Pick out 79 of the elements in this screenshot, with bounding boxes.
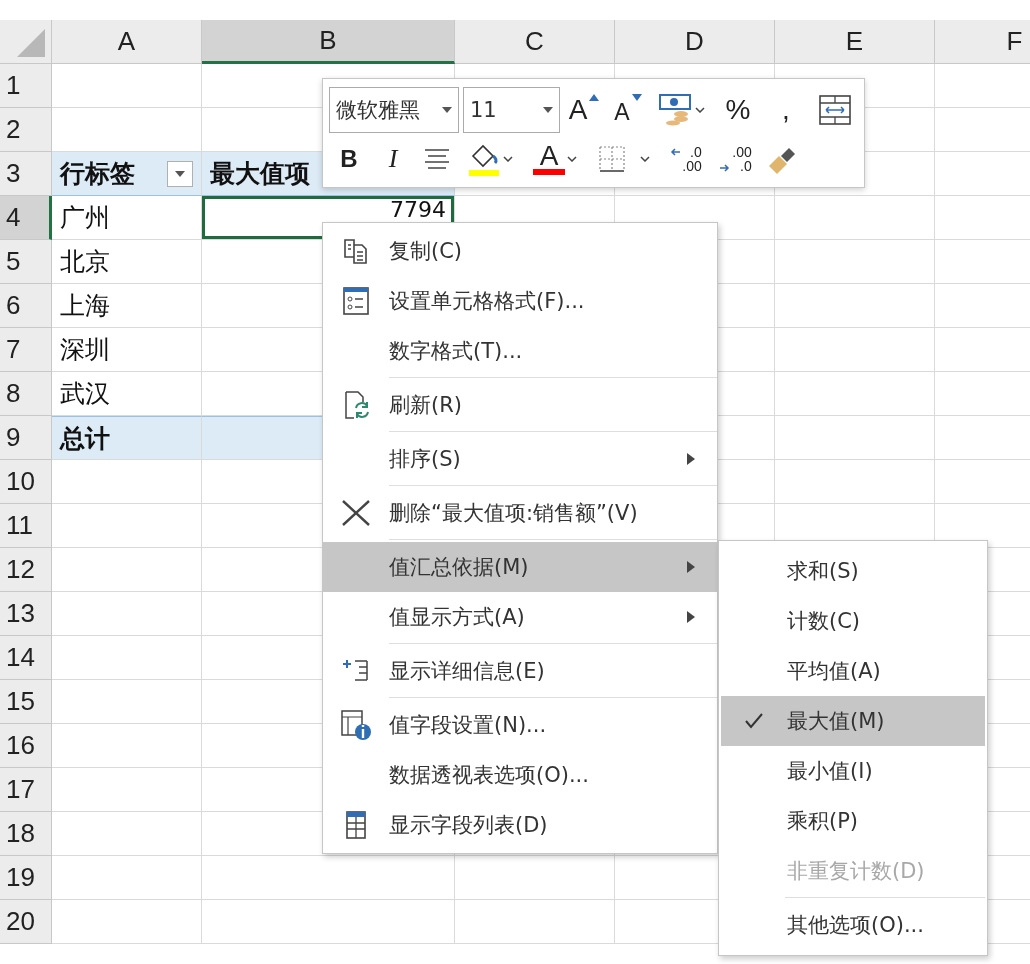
menu-item[interactable]: 值显示方式(A) (323, 592, 717, 642)
menu-item[interactable]: 求和(S) (721, 546, 985, 596)
merge-cells-icon (819, 95, 851, 125)
show-details-icon (341, 658, 371, 684)
menu-item[interactable]: 刷新(R) (323, 380, 717, 430)
font-color-button[interactable]: A (525, 137, 585, 181)
copy-icon (342, 237, 370, 265)
up-triangle-icon (589, 94, 600, 101)
right-arrow-icon (720, 163, 731, 173)
menu-item[interactable]: 最小值(I) (721, 746, 985, 796)
money-icon (659, 94, 693, 126)
caret-icon (175, 170, 185, 177)
row-header[interactable]: 3 (0, 152, 52, 196)
filter-dropdown-button[interactable] (167, 160, 193, 187)
menu-item[interactable]: 其他选项(O)... (721, 900, 985, 950)
grow-font-button[interactable]: A (564, 88, 604, 132)
refresh-icon (342, 390, 370, 420)
borders-icon (598, 145, 626, 173)
chevron-icon (695, 107, 705, 113)
table-cell: 总计 (52, 416, 202, 460)
row-header[interactable]: 19 (0, 856, 52, 900)
row-header[interactable]: 2 (0, 108, 52, 152)
menu-item[interactable]: 显示字段列表(D) (323, 800, 717, 850)
chevron-icon (567, 156, 577, 162)
row-header[interactable]: 9 (0, 416, 52, 460)
menu-item[interactable]: 计数(C) (721, 596, 985, 646)
number-format-button[interactable]: , (764, 88, 808, 132)
menu-item[interactable]: 显示详细信息(E) (323, 646, 717, 696)
column-header[interactable]: B (202, 20, 455, 64)
paint-bucket-icon (469, 142, 501, 176)
increase-decimal-button[interactable]: .0 .00 (663, 137, 709, 181)
row-header[interactable]: 8 (0, 372, 52, 416)
number-format-button[interactable]: % (716, 88, 760, 132)
row-header[interactable]: 7 (0, 328, 52, 372)
field-settings-icon (340, 709, 372, 741)
row-header[interactable]: 17 (0, 768, 52, 812)
row-header[interactable]: 18 (0, 812, 52, 856)
field-list-icon (345, 810, 367, 840)
delete-icon (341, 499, 371, 527)
row-header[interactable]: 16 (0, 724, 52, 768)
menu-item[interactable]: 平均值(A) (721, 646, 985, 696)
row-header[interactable]: 13 (0, 592, 52, 636)
cell-text: 行标签 (60, 158, 135, 190)
decrease-decimal-button[interactable]: .00 .0 (713, 137, 759, 181)
column-header[interactable]: A (52, 20, 202, 64)
chevron-icon (503, 156, 513, 162)
caret-icon (543, 107, 553, 113)
row-header[interactable]: 5 (0, 240, 52, 284)
row-header[interactable]: 11 (0, 504, 52, 548)
row-header[interactable]: 10 (0, 460, 52, 504)
menu-item[interactable]: 数据透视表选项(O)... (323, 750, 717, 800)
format-cells-icon (342, 286, 370, 316)
font-name-field[interactable]: 微软雅黑 (329, 87, 459, 133)
left-arrow-icon (670, 147, 681, 157)
row-header[interactable]: 14 (0, 636, 52, 680)
down-triangle-icon (631, 94, 642, 101)
row-header[interactable]: 6 (0, 284, 52, 328)
menu-item[interactable]: 乘积(P) (721, 796, 985, 846)
row-header[interactable]: 4 (0, 196, 52, 240)
menu-item[interactable]: 最大值(M) (721, 696, 985, 746)
column-header[interactable]: D (615, 20, 775, 64)
font-size-field[interactable]: 11 (462, 87, 560, 133)
menu-item[interactable]: 值字段设置(N)... (323, 700, 717, 750)
column-header[interactable]: C (455, 20, 615, 64)
column-header[interactable]: E (775, 20, 935, 64)
menu-item[interactable]: 数字格式(T)... (323, 326, 717, 376)
row-header[interactable]: 12 (0, 548, 52, 592)
caret-icon (441, 107, 452, 113)
chevron-icon (640, 156, 650, 162)
align-center-icon (423, 148, 451, 170)
menu-item[interactable]: 删除“最大值项:销售额”(V) (323, 488, 717, 538)
row-header[interactable]: 20 (0, 900, 52, 944)
shrink-font-button[interactable]: A (608, 88, 648, 132)
menu-item[interactable]: 设置单元格格式(F)... (323, 276, 717, 326)
menu-item[interactable]: 值汇总依据(M) (323, 542, 717, 592)
menu-item[interactable]: 排序(S) (323, 434, 717, 484)
row-header[interactable]: 15 (0, 680, 52, 724)
row-header[interactable]: 1 (0, 64, 52, 108)
column-header[interactable]: F (935, 20, 1030, 64)
